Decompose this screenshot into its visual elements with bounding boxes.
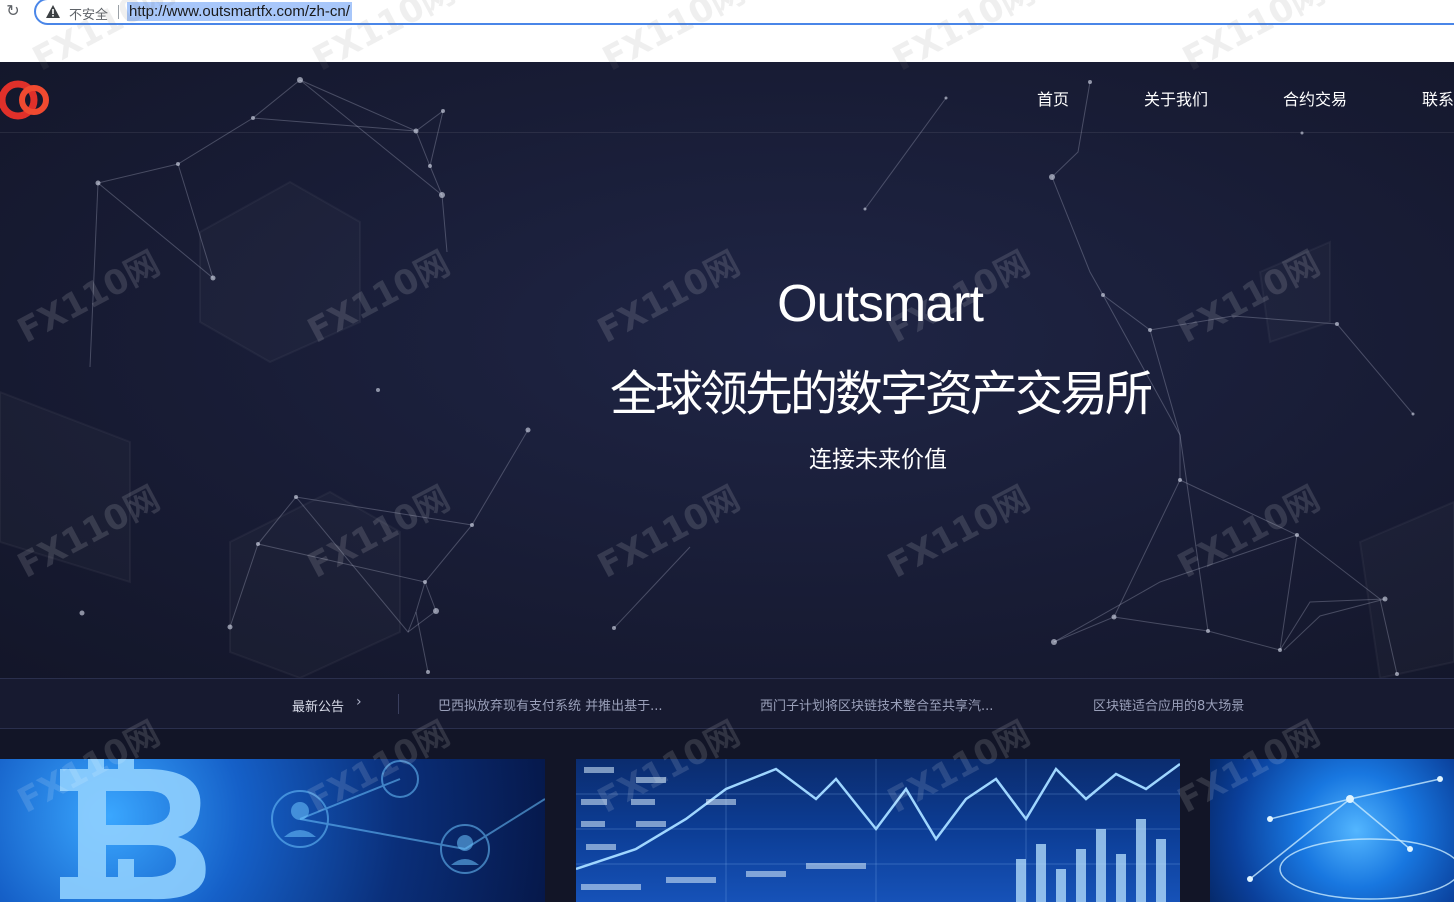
announcement-separator xyxy=(398,694,399,714)
announcement-item[interactable]: 区块链适合应用的8大场景 xyxy=(1093,695,1244,714)
hero-section: 首页 关于我们 合约交易 联系 Outsmart 全球领先的数字资产交易所 连接… xyxy=(0,62,1454,678)
nav-home[interactable]: 首页 xyxy=(1037,86,1069,110)
nav-contact[interactable]: 联系 xyxy=(1422,86,1454,110)
url-text[interactable]: http://www.outsmartfx.com/zh-cn/ xyxy=(127,2,352,21)
announcement-item[interactable]: 西门子计划将区块链技术整合至共享汽... xyxy=(760,695,993,714)
announcement-bar: 最新公告 › 巴西拟放弃现有支付系统 并推出基于... 西门子计划将区块链技术整… xyxy=(0,678,1454,729)
browser-chrome: ↻ 不安全 http://www.outsmartfx.com/zh-cn/ xyxy=(0,0,1454,62)
stock-chart-graphic xyxy=(576,759,1180,902)
hero-headline: 全球领先的数字资产交易所 xyxy=(609,366,1153,422)
reload-icon[interactable]: ↻ xyxy=(4,2,22,20)
address-separator xyxy=(118,5,119,19)
address-bar[interactable]: 不安全 http://www.outsmartfx.com/zh-cn/ xyxy=(34,0,1454,25)
stock-chart-image[interactable] xyxy=(576,759,1180,902)
security-label[interactable]: 不安全 xyxy=(69,4,108,23)
announcement-label[interactable]: 最新公告 xyxy=(292,696,344,715)
hero-brand: Outsmart xyxy=(777,275,984,333)
nav-about[interactable]: 关于我们 xyxy=(1144,86,1208,110)
network-image[interactable] xyxy=(1210,759,1454,902)
bitcoin-icon xyxy=(60,759,545,900)
site-logo[interactable] xyxy=(0,70,52,120)
nav-divider xyxy=(0,132,1454,133)
bitcoin-image[interactable] xyxy=(0,759,545,902)
feature-tiles xyxy=(0,729,1454,902)
nav-contract-trading[interactable]: 合约交易 xyxy=(1283,86,1347,110)
chevron-right-icon[interactable]: › xyxy=(356,694,362,710)
warning-icon[interactable] xyxy=(45,4,61,20)
hero-tagline: 连接未来价值 xyxy=(809,447,947,473)
network-graphic xyxy=(1247,776,1454,900)
announcement-item[interactable]: 巴西拟放弃现有支付系统 并推出基于... xyxy=(438,695,663,714)
